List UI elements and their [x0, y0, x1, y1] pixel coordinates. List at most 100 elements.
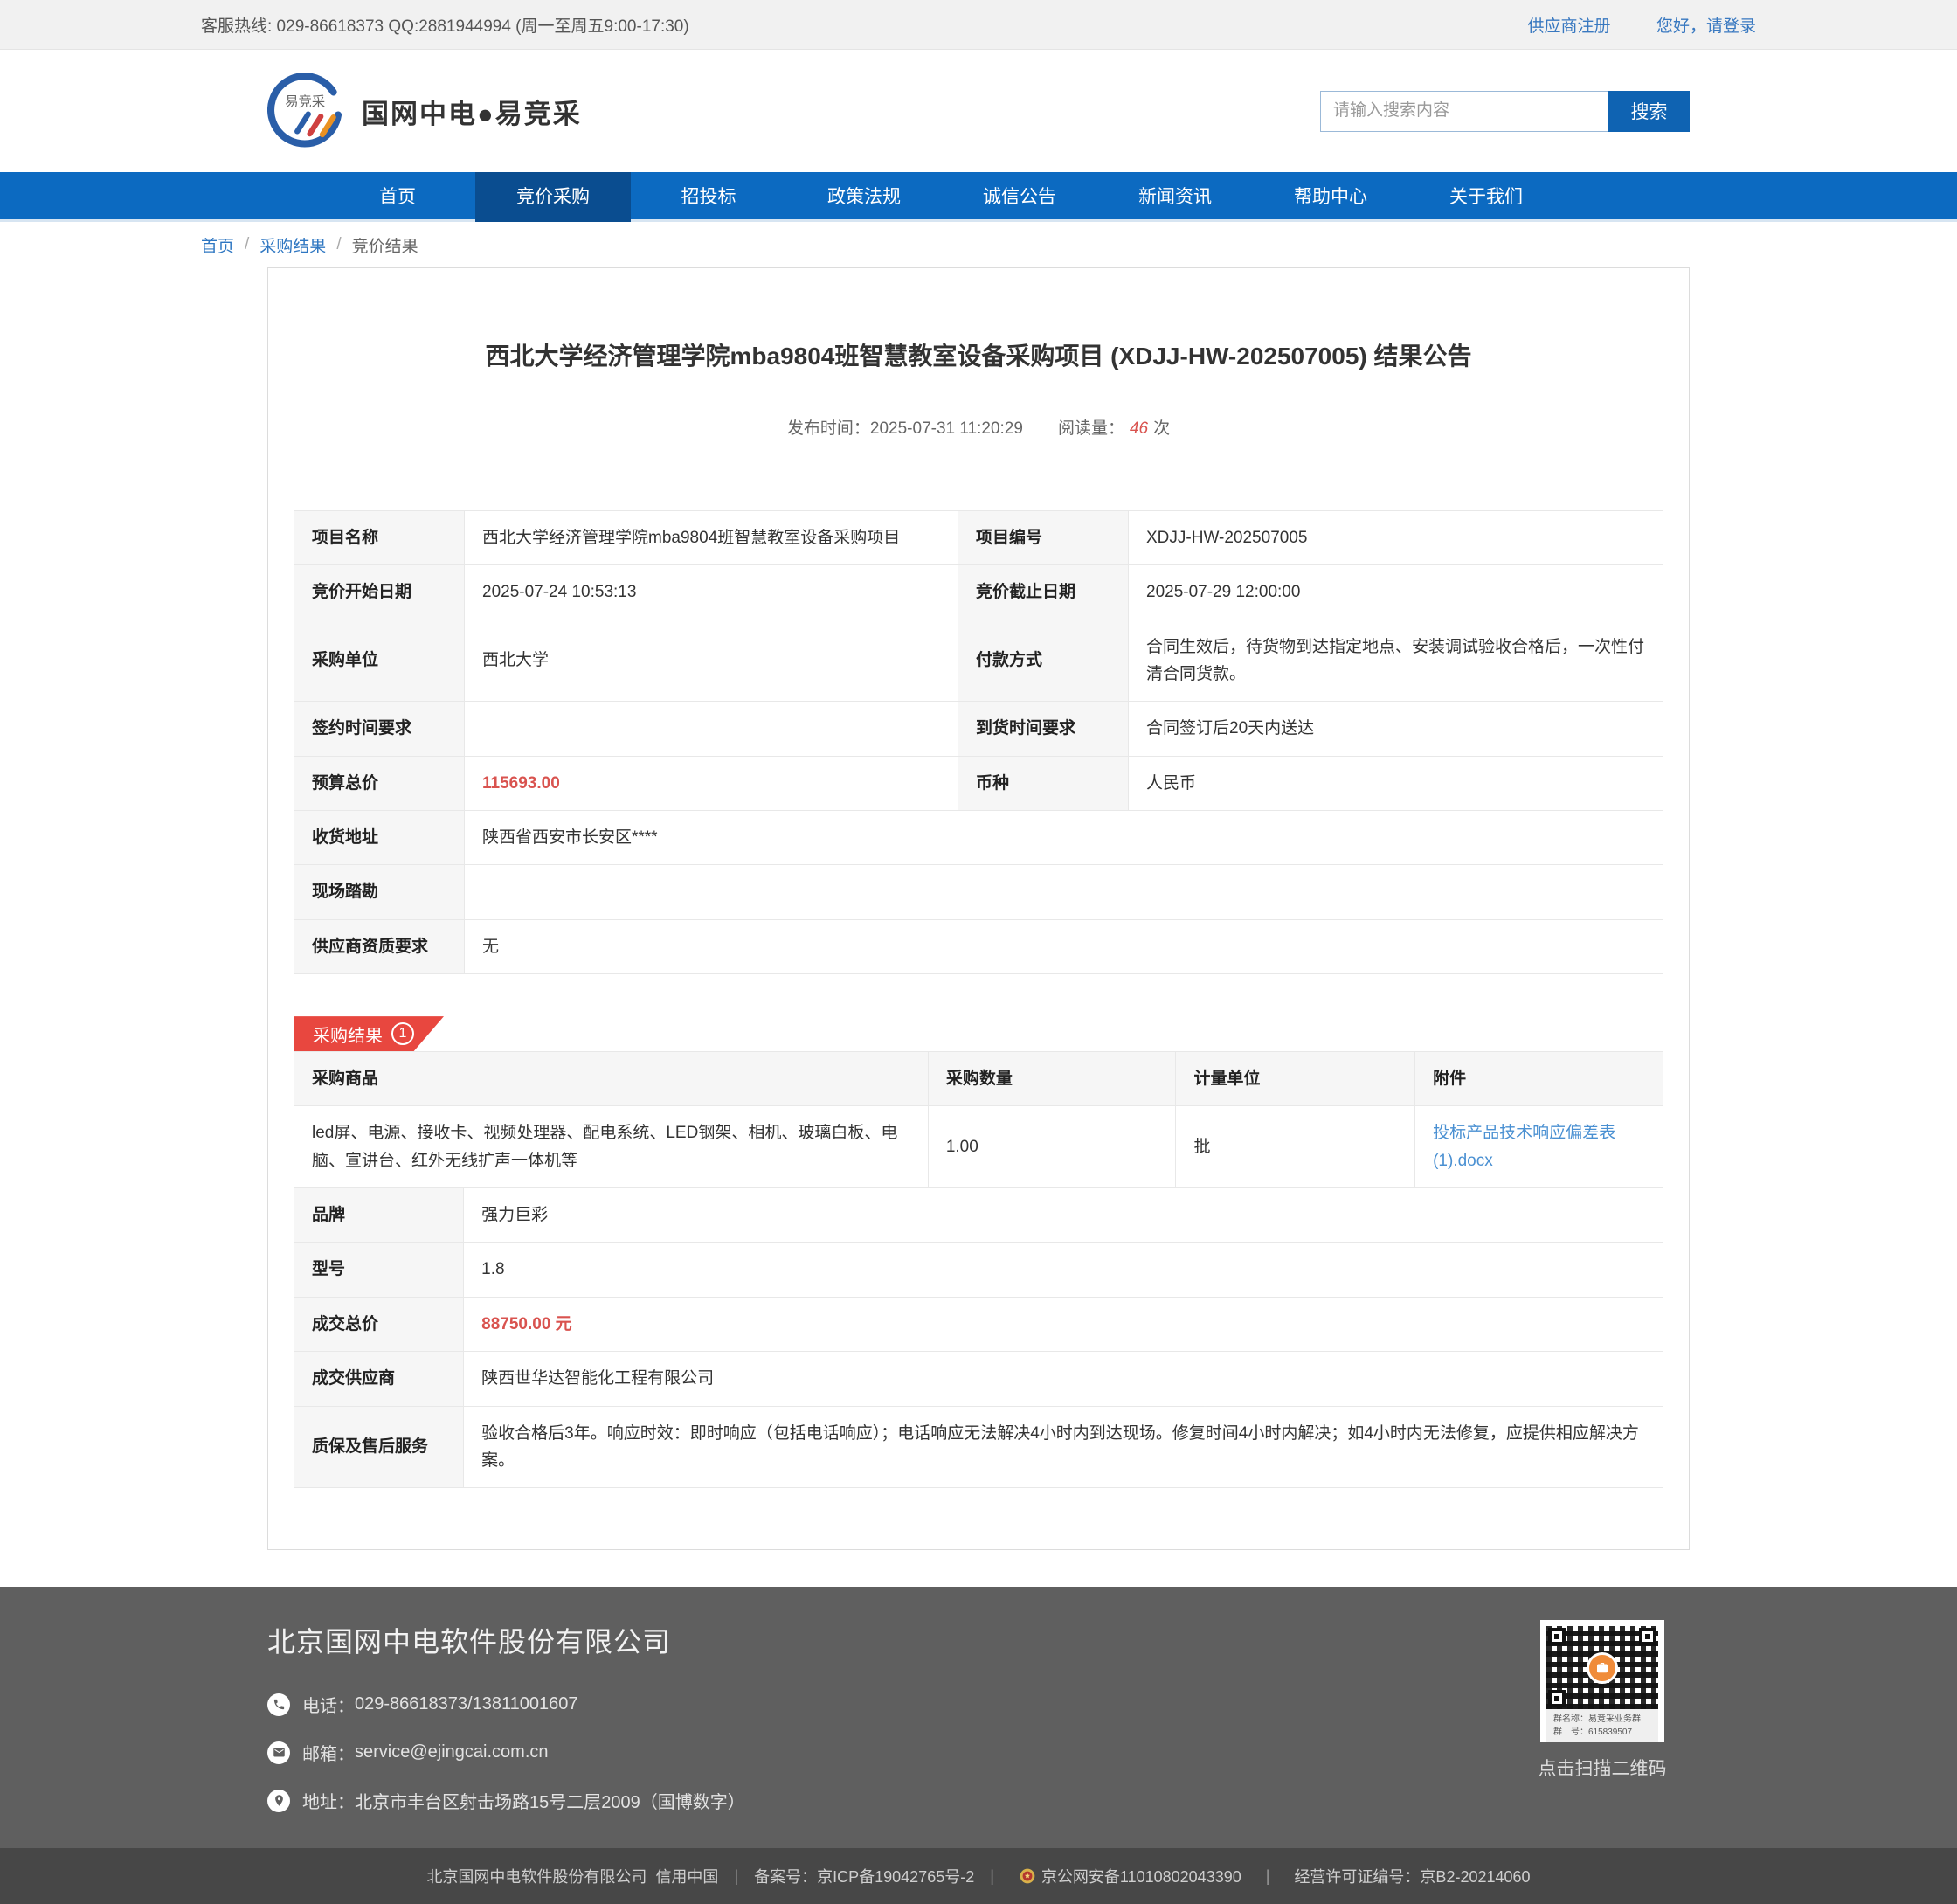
field-value: 陕西世华达智能化工程有限公司	[464, 1352, 1663, 1406]
field-value: 西北大学经济管理学院mba9804班智慧教室设备采购项目	[465, 511, 958, 565]
qr-card[interactable]: 群名称：易竞采业务群 群 号：615839507	[1540, 1620, 1664, 1742]
brand: 易竞采 国网中电●易竞采	[267, 72, 582, 150]
nav-item-about[interactable]: 关于我们	[1408, 172, 1564, 222]
breadcrumb-current: 竞价结果	[352, 233, 418, 257]
brand-name: 国网中电●易竞采	[362, 92, 582, 131]
field-value: 西北大学	[465, 620, 958, 702]
search-button[interactable]: 搜索	[1608, 91, 1690, 132]
field-label: 签约时间要求	[294, 702, 465, 756]
column-header: 附件	[1415, 1052, 1663, 1106]
table-row: 成交供应商 陕西世华达智能化工程有限公司	[294, 1352, 1663, 1406]
footer-mail-line: 邮箱： service@ejingcai.com.cn	[267, 1740, 745, 1765]
table-row: 竞价开始日期 2025-07-24 10:53:13 竞价截止日期 2025-0…	[294, 565, 1663, 620]
table-row: 签约时间要求 到货时间要求 合同签订后20天内送达	[294, 702, 1663, 756]
budget-total-price: 115693.00	[465, 756, 958, 810]
license-number: 经营许可证编号：京B2-20214060	[1294, 1865, 1530, 1887]
bottombar-separator: |	[1266, 1867, 1270, 1886]
footer-address-value: 北京市丰台区射击场路15号二层2009（国博数字）	[355, 1788, 745, 1813]
field-value: 2025-07-29 12:00:00	[1129, 565, 1663, 620]
main-nav: 首页 竞价采购 招投标 政策法规 诚信公告 新闻资讯 帮助中心 关于我们	[0, 172, 1957, 222]
table-row: 供应商资质要求 无	[294, 919, 1663, 973]
credit-china-link[interactable]: 信用中国	[655, 1865, 718, 1887]
project-info-table: 项目名称 西北大学经济管理学院mba9804班智慧教室设备采购项目 项目编号 X…	[294, 510, 1663, 974]
field-label: 竞价截止日期	[958, 565, 1129, 620]
service-hotline-text: 客服热线: 029-86618373 QQ:2881944994 (周一至周五9…	[201, 13, 689, 37]
supplier-register-link[interactable]: 供应商注册	[1528, 17, 1611, 36]
bottombar-company: 北京国网中电软件股份有限公司	[426, 1865, 647, 1887]
footer-address-line: 地址： 北京市丰台区射击场路15号二层2009（国博数字）	[267, 1788, 745, 1813]
bottombar-separator: |	[990, 1867, 994, 1886]
footer-mail-label: 邮箱：	[302, 1740, 355, 1765]
field-label: 到货时间要求	[958, 702, 1129, 756]
column-header: 采购商品	[294, 1052, 929, 1106]
field-value	[465, 702, 958, 756]
briefcase-icon	[1587, 1652, 1618, 1684]
unit-cell: 批	[1176, 1106, 1415, 1188]
police-beian-item[interactable]: 京公网安备11010802043390	[1019, 1865, 1241, 1887]
login-link[interactable]: 您好，请登录	[1656, 17, 1756, 36]
qr-code-image	[1546, 1626, 1658, 1709]
field-value: 2025-07-24 10:53:13	[465, 565, 958, 620]
field-value: 验收合格后3年。响应时效：即时响应（包括电话响应）；电话响应无法解决4小时内到达…	[464, 1406, 1663, 1488]
footer-address-label: 地址：	[302, 1788, 355, 1813]
nav-item-policy[interactable]: 政策法规	[786, 172, 942, 222]
attachment-cell: 投标产品技术响应偏差表(1).docx	[1415, 1106, 1663, 1188]
nav-item-news[interactable]: 新闻资讯	[1097, 172, 1253, 222]
field-label: 项目名称	[294, 511, 465, 565]
page-title: 西北大学经济管理学院mba9804班智慧教室设备采购项目 (XDJJ-HW-20…	[294, 268, 1663, 375]
qr-block: 群名称：易竞采业务群 群 号：615839507 点击扫描二维码	[1515, 1620, 1690, 1813]
publish-time-label: 发布时间：	[787, 419, 870, 438]
goods-cell: led屏、电源、接收卡、视频处理器、配电系统、LED钢架、相机、玻璃白板、电脑、…	[294, 1106, 929, 1188]
purchase-result-table: 采购商品 采购数量 计量单位 附件 led屏、电源、接收卡、视频处理器、配电系统…	[294, 1051, 1663, 1488]
icp-beian-link[interactable]: 备案号：京ICP备19042765号-2	[754, 1865, 974, 1887]
footer-phone-label: 电话：	[302, 1692, 355, 1717]
field-label: 预算总价	[294, 756, 465, 810]
field-label: 竞价开始日期	[294, 565, 465, 620]
field-label: 品牌	[294, 1188, 464, 1243]
table-row: 质保及售后服务 验收合格后3年。响应时效：即时响应（包括电话响应）；电话响应无法…	[294, 1406, 1663, 1488]
search-input[interactable]	[1320, 91, 1608, 132]
table-row: 采购单位 西北大学 付款方式 合同生效后，待货物到达指定地点、安装调试验收合格后…	[294, 620, 1663, 702]
field-label: 现场踏勘	[294, 865, 465, 919]
attachment-link[interactable]: 投标产品技术响应偏差表(1).docx	[1433, 1124, 1615, 1169]
topbar: 客服热线: 029-86618373 QQ:2881944994 (周一至周五9…	[0, 0, 1957, 50]
table-row: led屏、电源、接收卡、视频处理器、配电系统、LED钢架、相机、玻璃白板、电脑、…	[294, 1106, 1663, 1188]
footer-company-name: 北京国网中电软件股份有限公司	[267, 1620, 745, 1660]
table-row: 成交总价 88750.00 元	[294, 1297, 1663, 1351]
field-value: 1.8	[464, 1243, 1663, 1297]
field-value: 合同生效后，待货物到达指定地点、安装调试验收合格后，一次性付清合同货款。	[1129, 620, 1663, 702]
breadcrumb-home[interactable]: 首页	[201, 233, 234, 257]
nav-item-tender[interactable]: 招投标	[631, 172, 786, 222]
field-label: 采购单位	[294, 620, 465, 702]
views-label: 阅读量：	[1058, 419, 1124, 438]
footer-contact-block: 北京国网中电软件股份有限公司 电话： 029-86618373/13811001…	[267, 1620, 745, 1813]
nav-item-home[interactable]: 首页	[320, 172, 475, 222]
field-value: 合同签订后20天内送达	[1129, 702, 1663, 756]
field-value	[465, 865, 1663, 919]
field-value: XDJJ-HW-202507005	[1129, 511, 1663, 565]
bottombar-separator: |	[734, 1867, 738, 1886]
field-value: 强力巨彩	[464, 1188, 1663, 1243]
column-header: 采购数量	[928, 1052, 1176, 1106]
nav-item-bidding-purchase[interactable]: 竞价采购	[475, 172, 631, 222]
field-value: 人民币	[1129, 756, 1663, 810]
breadcrumb-purchase-result[interactable]: 采购结果	[259, 233, 326, 257]
table-row: 预算总价 115693.00 币种 人民币	[294, 756, 1663, 810]
qr-group-name: 群名称：易竞采业务群	[1553, 1713, 1651, 1726]
article-meta: 发布时间：2025-07-31 11:20:29阅读量：46次	[294, 415, 1663, 439]
badge-count: 1	[391, 1022, 414, 1045]
table-row: 项目名称 西北大学经济管理学院mba9804班智慧教室设备采购项目 项目编号 X…	[294, 511, 1663, 565]
bottombar: 北京国网中电软件股份有限公司 信用中国 | 备案号：京ICP备19042765号…	[0, 1848, 1957, 1904]
table-row: 现场踏勘	[294, 865, 1663, 919]
deal-total-price: 88750.00 元	[464, 1297, 1663, 1351]
breadcrumb: 首页 / 采购结果 / 竞价结果	[201, 222, 1756, 267]
column-header: 计量单位	[1176, 1052, 1415, 1106]
field-label: 收货地址	[294, 811, 465, 865]
nav-item-integrity[interactable]: 诚信公告	[942, 172, 1097, 222]
footer-phone-value: 029-86618373/13811001607	[355, 1694, 577, 1714]
qr-caption: 群名称：易竞采业务群 群 号：615839507	[1546, 1709, 1658, 1742]
brand-logo-icon: 易竞采	[267, 72, 346, 150]
field-label: 型号	[294, 1243, 464, 1297]
publish-time: 2025-07-31 11:20:29	[870, 419, 1023, 438]
nav-item-help[interactable]: 帮助中心	[1253, 172, 1408, 222]
